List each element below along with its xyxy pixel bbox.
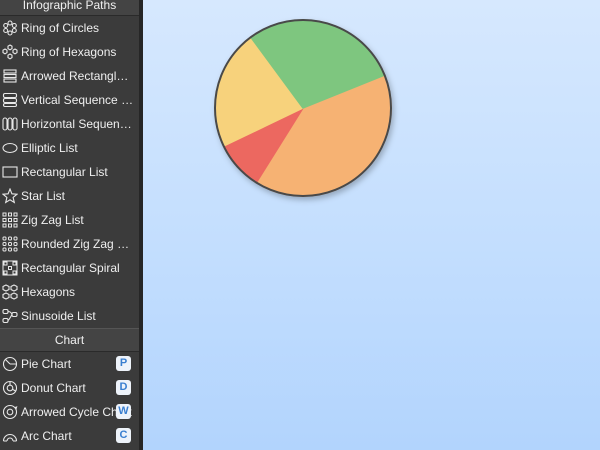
pie-chart-shape[interactable] (203, 12, 403, 212)
canvas[interactable] (143, 0, 600, 450)
section-header-chart[interactable]: Chart (0, 328, 139, 352)
star-list-icon (2, 188, 18, 204)
sidebar-item-hexagons[interactable]: Hexagons (0, 280, 139, 304)
sidebar-item-arrowed-cycle-chart[interactable]: Arrowed Cycle Chart W (0, 400, 139, 424)
shortcut-badge-arc-chart: C (116, 428, 131, 443)
sidebar-item-label: Rectangular Spiral (21, 261, 120, 275)
sidebar-item-label: Zig Zag List (21, 213, 84, 227)
sidebar-item-arc-chart[interactable]: Arc Chart C (0, 424, 139, 448)
shortcut-badge-pie-chart: P (116, 356, 131, 371)
sidebar-item-label: Sinusoide List (21, 309, 96, 323)
sidebar-item-sinusoide-list[interactable]: Sinusoide List (0, 304, 139, 328)
sidebar-item-label: Donut Chart (21, 381, 86, 395)
sidebar-item-rounded-zig-zag-list[interactable]: Rounded Zig Zag List (0, 232, 139, 256)
sidebar-item-rectangular-list[interactable]: Rectangular List (0, 160, 139, 184)
ring-of-hexagons-icon (2, 44, 18, 60)
sinusoide-list-icon (2, 308, 18, 324)
sidebar-item-label: Star List (21, 189, 66, 203)
sidebar-item-label: Vertical Sequence Li... (21, 93, 135, 107)
sidebar-item-label: Elliptic List (21, 141, 78, 155)
sidebar-item-pie-chart[interactable]: Pie Chart P (0, 352, 139, 376)
sidebar-item-label: Ring of Circles (21, 21, 100, 35)
sidebar-item-label: Hexagons (21, 285, 76, 299)
arrowed-cycle-chart-icon (2, 404, 18, 420)
sidebar-item-donut-chart[interactable]: Donut Chart D (0, 376, 139, 400)
donut-chart-icon (2, 380, 18, 396)
sidebar-item-zig-zag-list[interactable]: Zig Zag List (0, 208, 139, 232)
sidebar-item-rectangular-spiral[interactable]: Rectangular Spiral (0, 256, 139, 280)
sidebar-item-ring-of-circles[interactable]: Ring of Circles (0, 16, 139, 40)
sidebar-item-label: Rounded Zig Zag List (21, 237, 135, 251)
pie-chart-icon (2, 356, 18, 372)
hexagons-icon (2, 284, 18, 300)
sidebar: Infographic Paths Ring of Circles Ring o… (0, 0, 139, 450)
sidebar-item-label: Rectangular List (21, 165, 108, 179)
shortcut-badge-donut-chart: D (116, 380, 131, 395)
section-header-infographic-paths[interactable]: Infographic Paths (0, 0, 139, 16)
rectangular-spiral-icon (2, 260, 18, 276)
sidebar-item-elliptic-list[interactable]: Elliptic List (0, 136, 139, 160)
rounded-zig-zag-list-icon (2, 236, 18, 252)
sidebar-item-horizontal-sequence[interactable]: Horizontal Sequence... (0, 112, 139, 136)
horizontal-sequence-icon (2, 116, 18, 132)
sidebar-item-arrowed-rectangle-list[interactable]: Arrowed Rectangle L... (0, 64, 139, 88)
ring-of-circles-icon (2, 20, 18, 36)
sidebar-item-label: Arrowed Rectangle L... (21, 69, 135, 83)
zig-zag-list-icon (2, 212, 18, 228)
elliptic-list-icon (2, 140, 18, 156)
pie-slices (214, 19, 392, 197)
shortcut-badge-arrowed-cycle-chart: W (116, 404, 131, 419)
sidebar-item-vertical-sequence-list[interactable]: Vertical Sequence Li... (0, 88, 139, 112)
sidebar-item-label: Pie Chart (21, 357, 72, 371)
sidebar-item-label: Arc Chart (21, 429, 72, 443)
sidebar-item-label: Horizontal Sequence... (21, 117, 135, 131)
sidebar-item-ring-of-hexagons[interactable]: Ring of Hexagons (0, 40, 139, 64)
sidebar-item-label: Ring of Hexagons (21, 45, 117, 59)
rectangular-list-icon (2, 164, 18, 180)
sidebar-item-star-list[interactable]: Star List (0, 184, 139, 208)
arrowed-rectangle-list-icon (2, 68, 18, 84)
vertical-sequence-list-icon (2, 92, 18, 108)
arc-chart-icon (2, 428, 18, 444)
